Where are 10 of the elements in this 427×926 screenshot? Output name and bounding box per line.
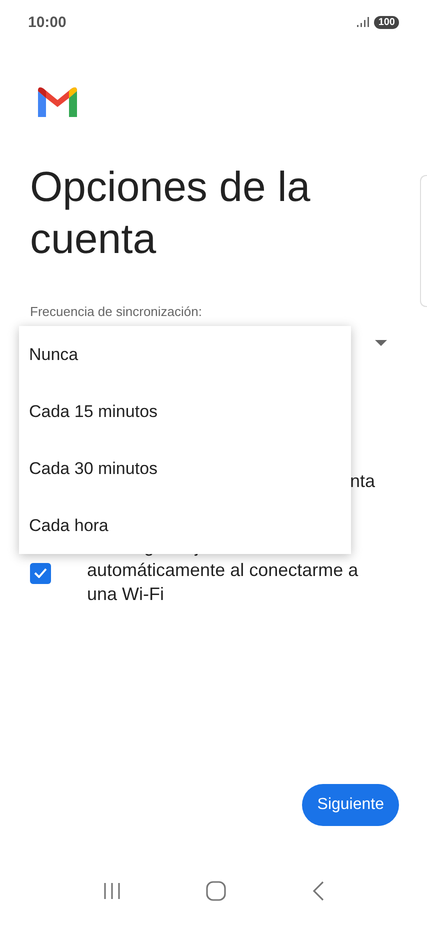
sync-label: Frecuencia de sincronización: [30,304,203,319]
next-button[interactable]: Siguiente [302,784,399,826]
menu-option[interactable]: Cada 30 minutos [19,440,351,497]
menu-option[interactable]: Cada 15 minutos [19,383,351,440]
battery-level: 100 [374,16,399,28]
page-title: Opciones de la cuenta [30,162,312,264]
menu-option[interactable]: Cada hora [19,497,351,554]
menu-option[interactable]: Nunca [19,326,351,383]
covered-text: nta [350,471,375,492]
status-time: 10:00 [28,14,66,30]
